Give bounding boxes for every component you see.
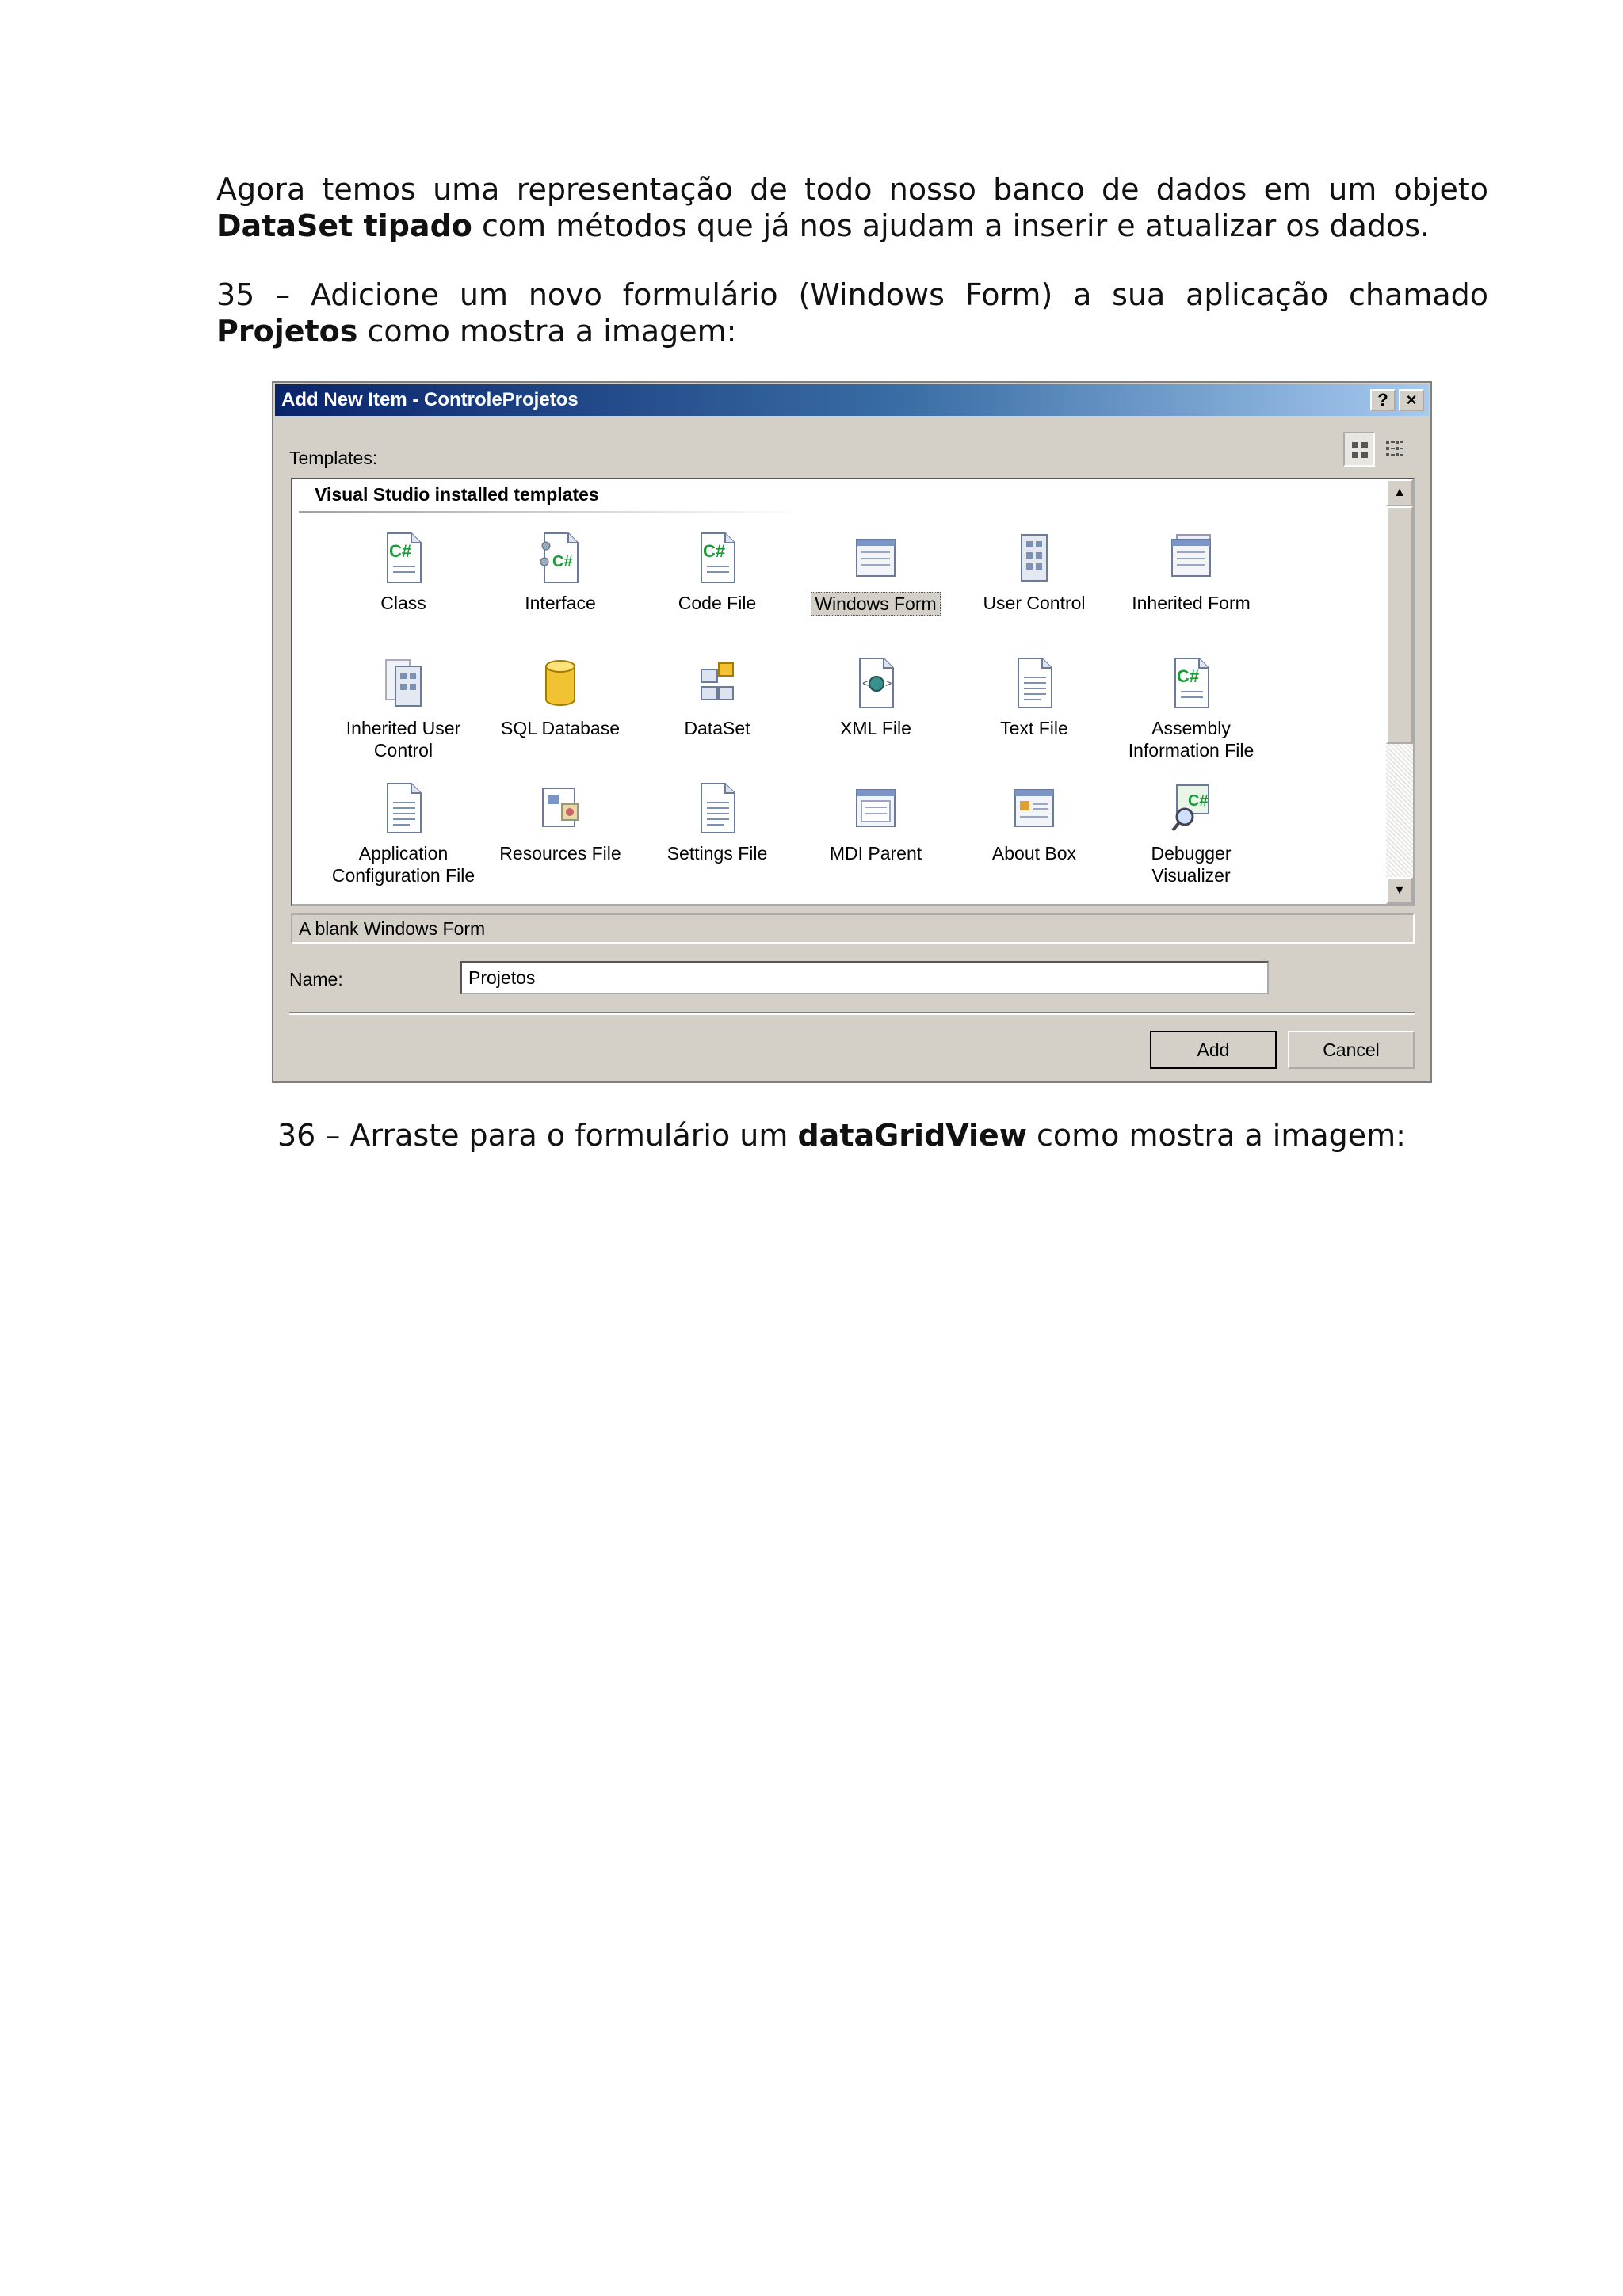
- scroll-thumb[interactable]: [1386, 506, 1413, 744]
- inherited-form-icon: [1171, 534, 1211, 577]
- svg-text:>: >: [885, 678, 892, 691]
- footer-separator: [289, 1012, 1415, 1015]
- template-label: Class: [380, 593, 426, 613]
- cancel-button[interactable]: Cancel: [1288, 1031, 1415, 1069]
- intro-paragraph: Agora temos uma representação de todo no…: [216, 171, 1488, 244]
- template-label: Resources File: [499, 843, 621, 864]
- template-label: SQL Database: [500, 718, 621, 738]
- template-item[interactable]: DataSet: [638, 655, 796, 782]
- template-item[interactable]: Inherited Form: [1112, 530, 1270, 657]
- csharp-file-icon: C#: [387, 532, 422, 583]
- template-label: XML File: [840, 718, 911, 738]
- dialog-title: Add New Item - ControleProjetos: [281, 389, 579, 410]
- scroll-up-button[interactable]: ▲: [1386, 479, 1413, 506]
- template-item[interactable]: User Control: [955, 530, 1113, 657]
- svg-text:C#: C#: [1188, 792, 1209, 810]
- template-item[interactable]: C# Debugger Visualizer: [1112, 780, 1270, 904]
- windows-form-icon: [856, 539, 896, 577]
- vertical-scrollbar[interactable]: ▲ ▼: [1386, 479, 1413, 904]
- template-item[interactable]: C# Code File: [638, 530, 796, 657]
- templates-list[interactable]: Visual Studio installed templates C# Clas…: [291, 478, 1415, 906]
- p3-bold: dataGridView: [797, 1118, 1027, 1153]
- template-label: Settings File: [666, 843, 768, 864]
- mdi-parent-icon: [856, 789, 896, 827]
- template-label: Windows Form: [811, 592, 941, 616]
- template-item[interactable]: Resources File: [481, 780, 640, 904]
- config-file-icon: [387, 783, 422, 833]
- svg-text:C#: C#: [389, 541, 411, 561]
- dialog-titlebar: Add New Item - ControleProjetos ? ×: [275, 384, 1429, 416]
- p2-text: 35 – Adicione um novo formulário (Window…: [216, 277, 1488, 312]
- template-item[interactable]: C# Assembly Information File: [1112, 655, 1270, 782]
- svg-text:C#: C#: [703, 541, 725, 561]
- template-item[interactable]: Text File: [955, 655, 1113, 782]
- section-title: Visual Studio installed templates: [315, 484, 599, 505]
- p1-text-end: com métodos que já nos ajudam a inserir …: [472, 208, 1430, 243]
- csharp-file-icon: C#: [701, 532, 735, 583]
- template-label: Debugger Visualizer: [1151, 843, 1232, 886]
- template-item[interactable]: Application Configuration File: [324, 780, 483, 904]
- template-label: DataSet: [684, 718, 750, 738]
- close-button[interactable]: ×: [1399, 389, 1424, 411]
- about-box-icon: [1014, 789, 1054, 827]
- scroll-down-button[interactable]: ▼: [1386, 877, 1413, 904]
- p1-bold: DataSet tipado: [216, 208, 472, 243]
- large-icons-view-button[interactable]: [1343, 432, 1375, 467]
- p1-text: Agora temos uma representação de todo no…: [216, 172, 1488, 207]
- template-item[interactable]: C# Interface: [481, 530, 640, 657]
- template-label: Assembly Information File: [1128, 718, 1254, 761]
- inherited-user-control-icon: [385, 659, 422, 707]
- large-icons-icon: [1352, 442, 1368, 458]
- template-label: Interface: [525, 593, 596, 613]
- debugger-visualizer-icon: C#: [1171, 784, 1209, 832]
- p2-text-end: como mostra a imagem:: [357, 314, 737, 349]
- xml-file-icon: < >: [859, 658, 894, 708]
- template-item[interactable]: Settings File: [638, 780, 796, 904]
- dataset-icon: [701, 662, 734, 700]
- template-label: About Box: [991, 843, 1077, 864]
- template-label: User Control: [983, 593, 1086, 613]
- p3-text: 36 – Arraste para o formulário um: [277, 1118, 798, 1153]
- p2-bold: Projetos: [216, 314, 358, 349]
- name-label: Name:: [289, 969, 343, 990]
- template-description: A blank Windows Form: [291, 913, 1415, 944]
- template-item[interactable]: < > XML File: [796, 655, 955, 782]
- section-divider: [299, 511, 806, 513]
- text-file-icon: [1018, 658, 1052, 708]
- small-icons-view-button[interactable]: [1380, 432, 1411, 467]
- template-item[interactable]: Inherited User Control: [324, 655, 483, 782]
- template-item[interactable]: Windows Form: [796, 530, 955, 657]
- resources-file-icon: [542, 788, 579, 827]
- template-label: Code File: [678, 593, 757, 613]
- template-label: Application Configuration File: [331, 843, 475, 886]
- interface-icon: C#: [540, 532, 579, 583]
- template-label: Inherited User Control: [346, 718, 461, 761]
- template-item[interactable]: SQL Database: [481, 655, 640, 782]
- template-label: Inherited Form: [1132, 593, 1251, 613]
- csharp-file-icon: C#: [1174, 658, 1209, 708]
- p3-text-end: como mostra a imagem:: [1026, 1118, 1406, 1153]
- template-label: MDI Parent: [829, 843, 922, 864]
- template-item[interactable]: MDI Parent: [796, 780, 955, 904]
- database-icon: [545, 660, 575, 706]
- template-label: Text File: [1000, 718, 1068, 738]
- add-new-item-dialog: Add New Item - ControleProjetos ? × Temp…: [272, 381, 1432, 1083]
- template-item[interactable]: About Box: [955, 780, 1113, 904]
- help-button[interactable]: ?: [1370, 389, 1396, 411]
- step-35-paragraph: 35 – Adicione um novo formulário (Window…: [216, 277, 1488, 349]
- svg-text:C#: C#: [1177, 666, 1199, 686]
- small-icons-icon: [1386, 441, 1403, 456]
- svg-text:C#: C#: [552, 553, 573, 570]
- user-control-icon: [1021, 534, 1048, 582]
- svg-text:<: <: [862, 678, 869, 691]
- name-input[interactable]: [460, 961, 1269, 994]
- step-36-paragraph: 36 – Arraste para o formulário um dataGr…: [277, 1117, 1466, 1154]
- settings-file-icon: [701, 783, 735, 833]
- add-button[interactable]: Add: [1150, 1031, 1277, 1069]
- template-item[interactable]: C# Class: [324, 530, 483, 657]
- templates-label: Templates:: [289, 448, 378, 468]
